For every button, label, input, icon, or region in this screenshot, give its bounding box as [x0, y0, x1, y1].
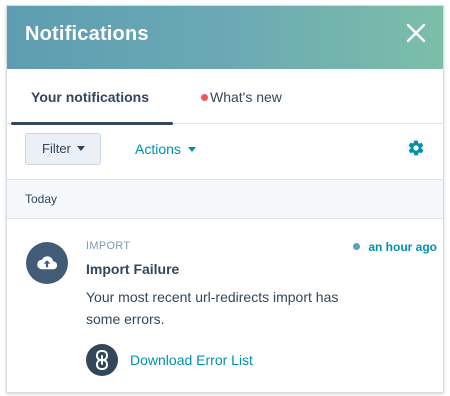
tab-bar: Your notifications What's new [7, 69, 443, 125]
link-icon [96, 350, 108, 370]
tab-whats-new[interactable]: What's new [201, 69, 311, 123]
tab-your-notifications[interactable]: Your notifications [7, 69, 173, 125]
settings-button[interactable] [407, 139, 425, 157]
notifications-panel: Notifications Your notifications What's … [6, 5, 444, 393]
notification-category: IMPORT [86, 240, 131, 252]
notification-message: Your most recent url-redirects import ha… [86, 289, 339, 327]
panel-header: Notifications [7, 6, 443, 69]
notification-title: Import Failure [86, 261, 180, 277]
tab-label: Your notifications [31, 89, 149, 105]
caret-down-icon [76, 146, 85, 151]
tab-label: What's new [210, 89, 282, 105]
section-label-today: Today [25, 192, 58, 206]
filter-button[interactable]: Filter [25, 133, 101, 165]
filter-label: Filter [42, 141, 71, 156]
actions-label: Actions [135, 141, 181, 157]
cloud-upload-icon [37, 256, 57, 270]
close-button[interactable] [403, 20, 429, 46]
download-link-label[interactable]: Download Error List [130, 352, 253, 368]
toolbar: Filter Actions [7, 124, 443, 178]
gear-icon [408, 140, 424, 156]
notification-item[interactable]: IMPORT an hour ago Import Failure Your m… [7, 218, 443, 392]
timestamp-text: an hour ago [368, 240, 437, 254]
panel-title: Notifications [25, 23, 149, 45]
close-icon [406, 23, 426, 43]
notification-avatar [26, 242, 68, 284]
actions-dropdown[interactable]: Actions [135, 133, 196, 165]
link-icon-badge [86, 344, 118, 376]
unread-indicator [353, 243, 361, 250]
notification-timestamp: an hour ago [353, 240, 437, 254]
date-section-header: Today [7, 179, 443, 219]
unread-dot [201, 94, 208, 101]
caret-down-icon [187, 147, 196, 152]
